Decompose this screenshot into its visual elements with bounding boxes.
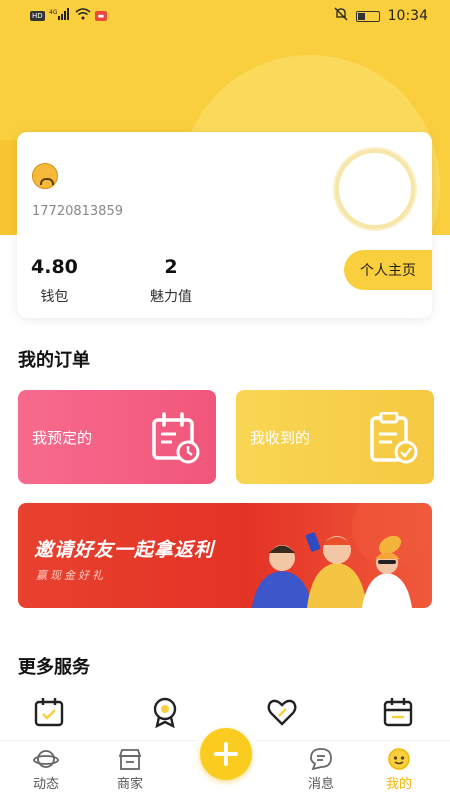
calendar-clock-icon [152, 412, 200, 464]
planet-icon [33, 750, 59, 768]
invite-banner[interactable]: 邀请好友一起拿返利 赢现金好礼 [18, 503, 432, 608]
chat-icon [310, 748, 332, 771]
tab-label: 我的 [385, 777, 412, 792]
received-orders-label: 我收到的 [250, 428, 311, 447]
hd-icon: HD [30, 11, 45, 21]
orders-section-title: 我的订单 [18, 350, 90, 371]
wallet-stat[interactable]: 4.80 钱包 [31, 256, 78, 306]
friends-illustration [252, 503, 432, 608]
booked-orders-button[interactable]: 我预定的 [18, 390, 216, 484]
medal-icon[interactable] [149, 696, 181, 728]
app-notification-icon: ▬ [94, 11, 108, 21]
charm-value: 2 [164, 256, 178, 278]
wallet-label: 钱包 [40, 289, 69, 305]
tab-label: 消息 [307, 777, 334, 792]
tab-shangjia[interactable]: 商家 [100, 747, 160, 792]
clipboard-check-icon [370, 412, 418, 464]
phone-number: 17720813859 [32, 204, 123, 219]
tab-wode[interactable]: 我的 [369, 747, 429, 792]
svg-text:4G: 4G [49, 9, 58, 16]
signal-icon: 4G [49, 8, 71, 24]
received-orders-button[interactable]: 我收到的 [236, 390, 434, 484]
store-icon [118, 749, 142, 770]
charm-stat[interactable]: 2 魅力值 [150, 256, 192, 306]
tab-label: 商家 [116, 777, 143, 792]
banner-subtitle: 赢现金好礼 [36, 569, 106, 582]
profile-home-button[interactable]: 个人主页 [344, 250, 432, 290]
plus-icon [214, 742, 238, 766]
avatar-emoji-icon[interactable] [32, 163, 58, 189]
face-icon [388, 748, 410, 770]
status-time: 10:34 [387, 8, 428, 24]
banner-title: 邀请好友一起拿返利 [34, 539, 215, 561]
calendar-icon[interactable] [33, 696, 65, 728]
booked-orders-label: 我预定的 [32, 428, 93, 447]
profile-card: 17720813859 4.80 钱包 2 魅力值 个人主页 [17, 132, 432, 318]
tab-dongtai[interactable]: 动态 [16, 747, 76, 792]
wifi-icon [75, 8, 91, 24]
tab-label: 动态 [32, 777, 59, 792]
status-left: HD 4G ▬ [30, 8, 108, 24]
mute-icon [334, 7, 348, 25]
wallet-value: 4.80 [31, 256, 78, 278]
tab-xiaoxi[interactable]: 消息 [291, 747, 351, 792]
heart-icon[interactable] [266, 696, 298, 728]
calendar-icon[interactable] [382, 696, 414, 728]
avatar[interactable] [335, 149, 415, 229]
services-section-title: 更多服务 [18, 657, 90, 678]
status-right: 10:34 [334, 7, 428, 25]
charm-label: 魅力值 [150, 289, 192, 305]
battery-icon [355, 10, 380, 22]
status-bar: HD 4G ▬ 10:34 [0, 0, 450, 32]
add-button[interactable] [200, 728, 252, 780]
